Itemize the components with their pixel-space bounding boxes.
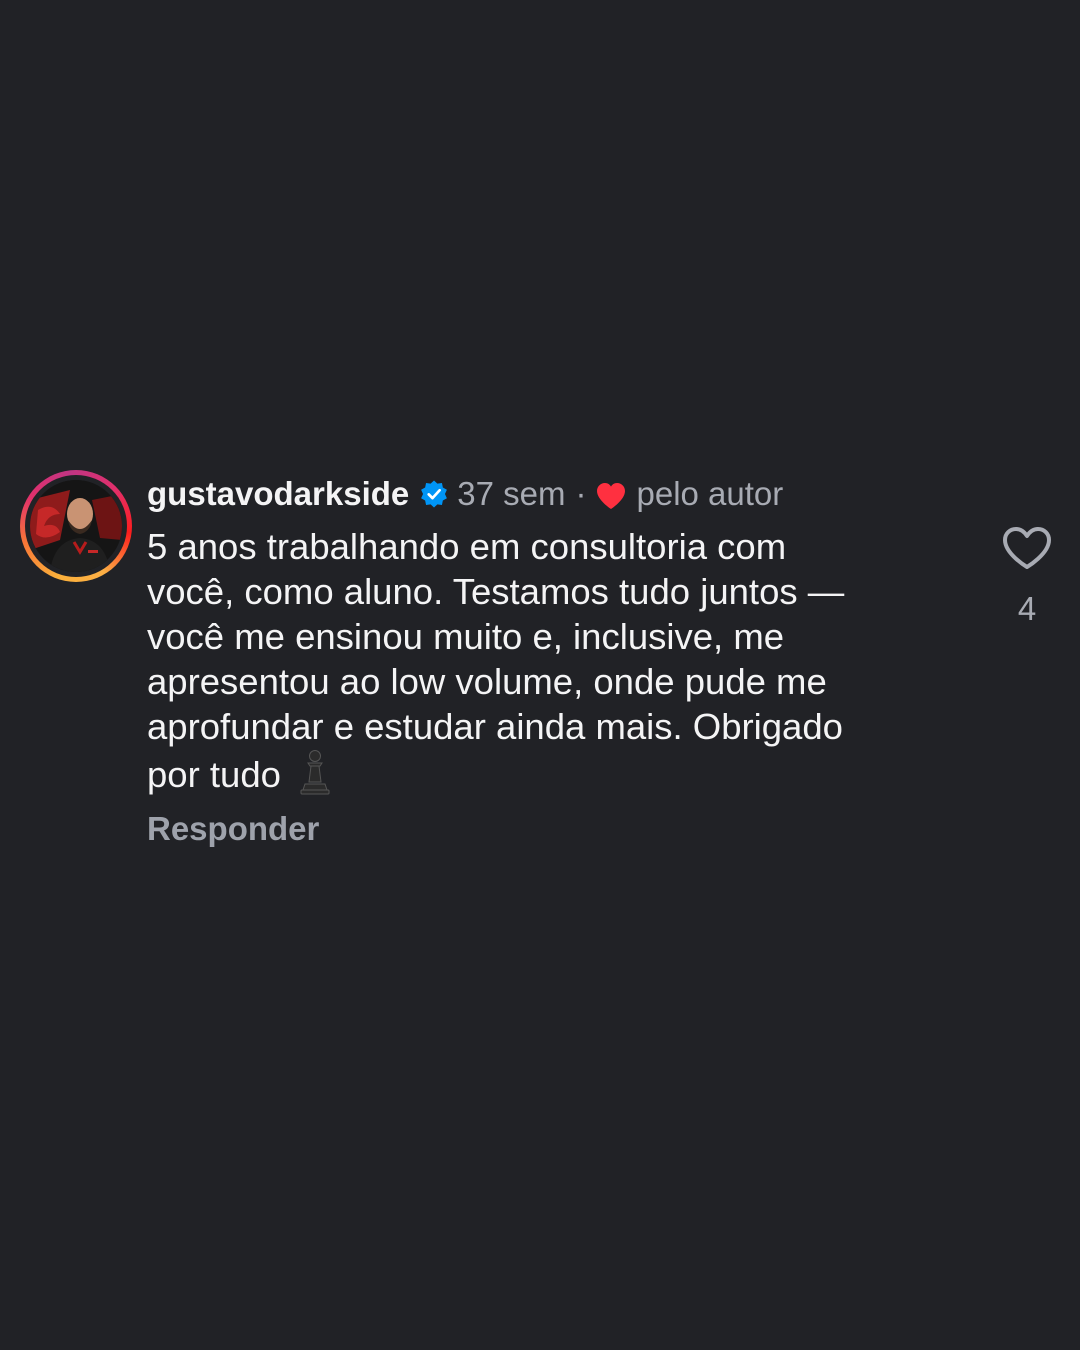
author-liked-heart-icon bbox=[596, 480, 626, 509]
comment-header: gustavodarkside 37 sem · pelo autor bbox=[147, 474, 783, 514]
verified-badge-icon bbox=[419, 479, 449, 509]
reply-button[interactable]: Responder bbox=[147, 810, 319, 848]
separator-dot: · bbox=[575, 475, 587, 512]
username[interactable]: gustavodarkside bbox=[147, 475, 409, 513]
avatar[interactable] bbox=[30, 480, 122, 572]
comment-time: 37 sem bbox=[457, 475, 566, 512]
story-ring[interactable] bbox=[20, 470, 132, 582]
comment-text: 5 anos trabalhando em consultoria com vo… bbox=[147, 526, 845, 795]
like-heart-icon[interactable] bbox=[1002, 526, 1052, 570]
like-count: 4 bbox=[1017, 590, 1037, 627]
screen: gustavodarkside 37 sem · pelo autor 5 an… bbox=[0, 0, 1080, 1350]
comment-text-block: 5 anos trabalhando em consultoria com vo… bbox=[147, 524, 947, 797]
pawn-icon bbox=[297, 749, 333, 795]
liked-by-author-label: pelo autor bbox=[636, 475, 784, 512]
